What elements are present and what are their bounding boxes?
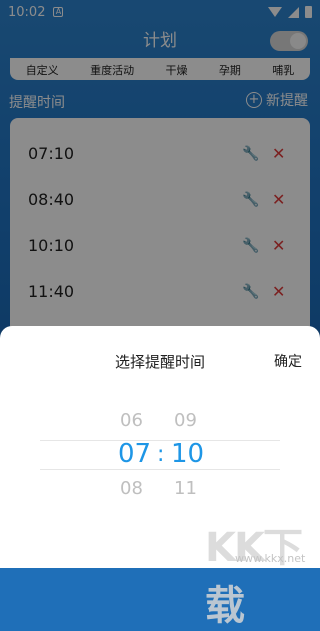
watermark-logo: KK下载 xyxy=(205,525,303,629)
hour-prev[interactable]: 06 xyxy=(120,410,143,431)
time-separator: : xyxy=(157,442,165,467)
hour-next[interactable]: 08 xyxy=(120,478,143,499)
selection-line-bottom xyxy=(40,469,280,470)
confirm-button[interactable]: 确定 xyxy=(274,351,302,371)
minute-prev[interactable]: 09 xyxy=(174,410,197,431)
minute-selected[interactable]: 10 xyxy=(171,439,204,469)
selection-line-top xyxy=(40,440,280,441)
picker-title: 选择提醒时间 xyxy=(114,353,205,371)
watermark-url: www.kkx.net xyxy=(235,552,306,565)
hour-selected[interactable]: 07 xyxy=(118,439,151,469)
minute-next[interactable]: 11 xyxy=(174,478,197,499)
